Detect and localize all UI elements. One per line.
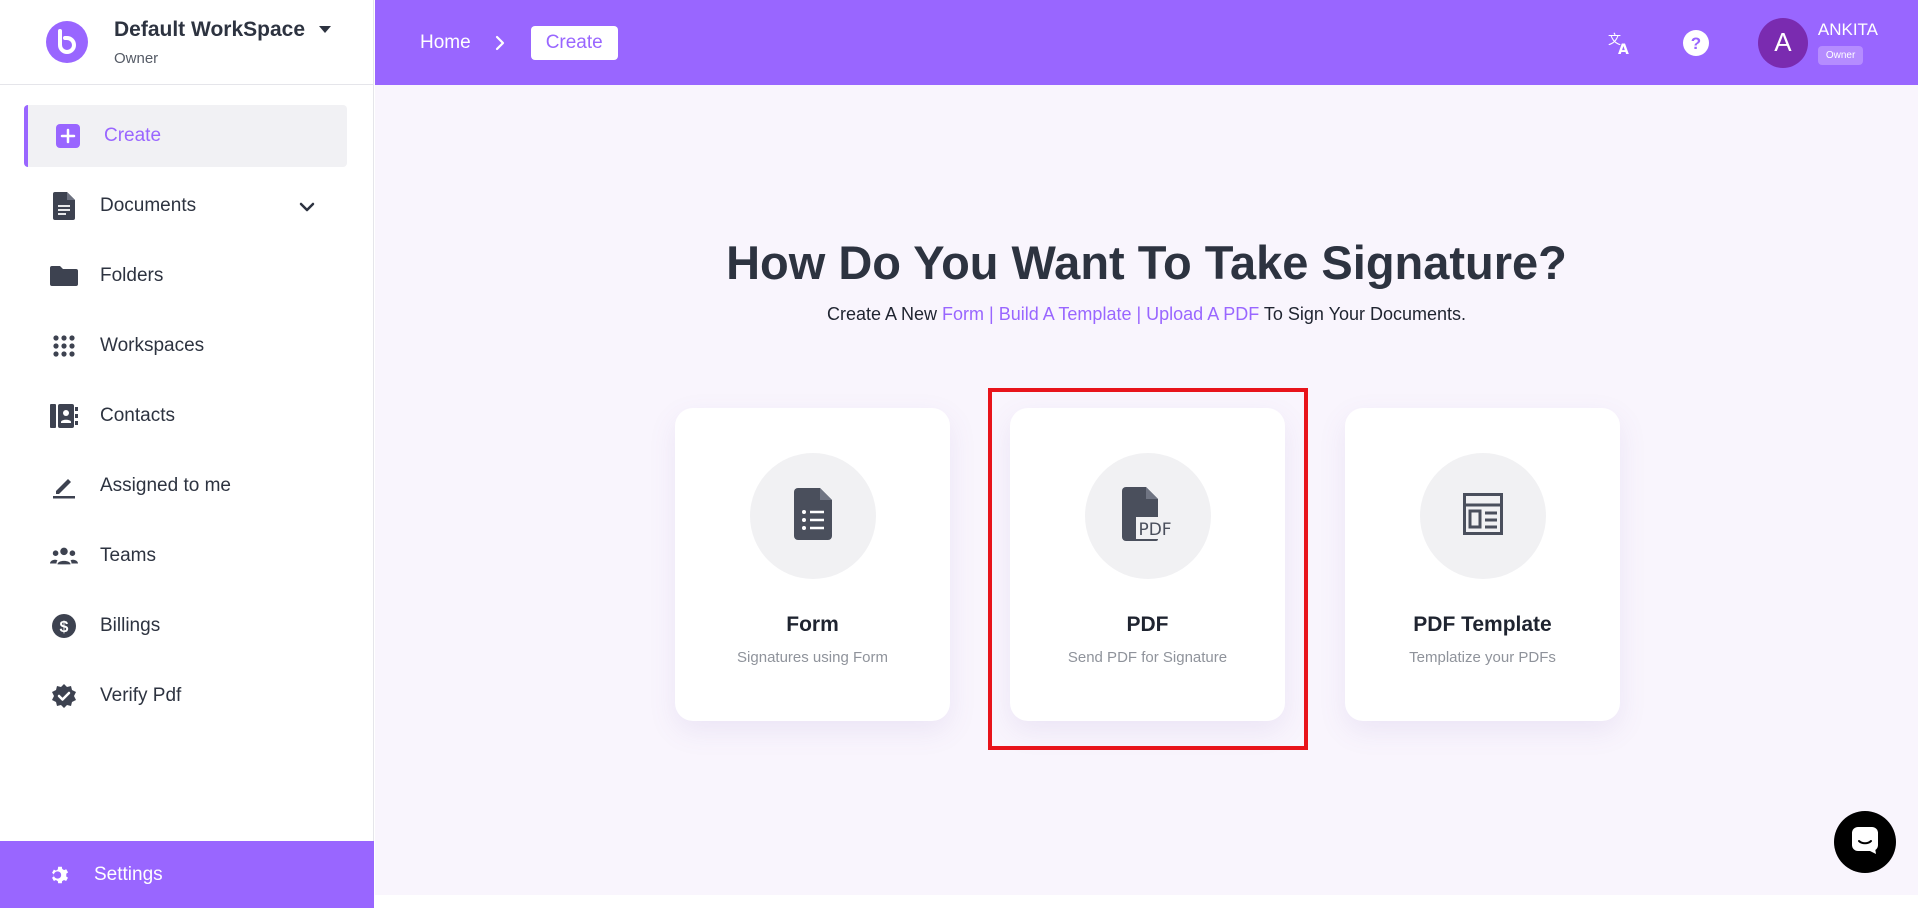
sidebar-item-label: Contacts <box>100 405 175 426</box>
workspace-role: Owner <box>114 49 159 67</box>
sidebar-item-label: Workspaces <box>100 335 205 356</box>
card-title: Form <box>786 613 839 636</box>
workspace-name: Default WorkSpace <box>114 17 305 41</box>
users-icon <box>50 542 78 570</box>
user-menu[interactable]: ANKITA Owner <box>1817 20 1878 65</box>
sidebar-item-assigned-to-me[interactable]: Assigned to me <box>0 455 373 517</box>
sidebar-item-teams[interactable]: Teams <box>0 525 373 587</box>
card-icon-circle <box>749 453 876 579</box>
page-title: How Do You Want To Take Signature? <box>726 236 1567 289</box>
card-subtitle: Templatize your PDFs <box>1409 649 1556 666</box>
pdf-template-card[interactable]: PDF Template Templatize your PDFs <box>1345 408 1620 721</box>
gear-icon <box>46 861 74 889</box>
svg-text:PDF: PDF <box>1138 520 1171 540</box>
badge-check-icon <box>50 682 78 710</box>
card-subtitle: Signatures using Form <box>737 649 888 666</box>
sidebar-item-label: Teams <box>100 545 156 566</box>
chat-icon <box>1850 825 1880 860</box>
top-bar: Home Create 文A ? A ANKITA Owner <box>375 0 1918 85</box>
grid-dots-icon <box>50 332 78 360</box>
card-subtitle: Send PDF for Signature <box>1067 649 1228 666</box>
breadcrumb-home[interactable]: Home <box>420 32 471 54</box>
sidebar-item-workspaces[interactable]: Workspaces <box>0 315 373 377</box>
settings-label: Settings <box>94 863 163 885</box>
address-book-icon <box>50 402 78 430</box>
document-icon <box>50 192 78 220</box>
subtitle-options-link: Form | Build A Template | Upload A PDF <box>942 304 1260 324</box>
app-logo-icon <box>46 21 88 63</box>
sidebar-item-label: Documents <box>100 195 197 216</box>
card-title: PDF Template <box>1413 613 1552 636</box>
folder-icon <box>50 262 78 290</box>
card-icon-circle <box>1419 453 1546 579</box>
subtitle-prefix: Create A New <box>826 304 943 324</box>
translate-icon[interactable]: 文A <box>1604 27 1636 59</box>
sidebar-item-billings[interactable]: $ Billings <box>0 595 373 657</box>
template-layout-icon <box>1462 492 1503 540</box>
sidebar-item-label: Verify Pdf <box>100 685 182 706</box>
svg-text:$: $ <box>60 619 69 636</box>
sidebar-item-label: Assigned to me <box>100 475 231 496</box>
sidebar-item-contacts[interactable]: Contacts <box>0 385 373 447</box>
help-icon[interactable]: ? <box>1680 27 1712 59</box>
page-subtitle: Create A New Form | Build A Template | U… <box>375 304 1918 325</box>
avatar[interactable]: A <box>1757 17 1808 68</box>
caret-down-icon[interactable] <box>319 26 331 33</box>
plus-square-icon <box>54 122 82 150</box>
sidebar-item-documents[interactable]: Documents <box>0 175 373 237</box>
card-icon-circle: PDF <box>1084 453 1211 579</box>
form-document-icon <box>793 487 832 545</box>
workspace-switcher[interactable]: Default WorkSpace Owner <box>0 0 373 85</box>
pen-icon <box>50 472 78 500</box>
user-name: ANKITA <box>1817 20 1878 39</box>
user-role-badge: Owner <box>1817 46 1864 65</box>
card-title: PDF <box>1126 613 1169 636</box>
svg-text:A: A <box>1618 42 1629 56</box>
sidebar-item-label: Create <box>104 125 162 146</box>
settings-button[interactable]: Settings <box>0 841 374 908</box>
sidebar-item-create[interactable]: Create <box>24 105 347 167</box>
breadcrumb-current[interactable]: Create <box>530 25 618 60</box>
pdf-file-icon: PDF <box>1121 486 1174 546</box>
dollar-icon: $ <box>50 612 78 640</box>
form-card[interactable]: Form Signatures using Form <box>675 408 950 721</box>
main-content: How Do You Want To Take Signature? Creat… <box>375 85 1918 895</box>
sidebar-item-label: Billings <box>100 615 161 636</box>
chevron-right-icon <box>495 35 505 51</box>
pdf-card[interactable]: PDF PDF Send PDF for Signature <box>1010 408 1285 721</box>
sidebar: Default WorkSpace Owner Create Documents… <box>0 0 374 908</box>
subtitle-suffix: To Sign Your Documents. <box>1259 304 1467 324</box>
svg-text:?: ? <box>1691 34 1701 53</box>
sidebar-item-label: Folders <box>100 265 164 286</box>
chat-launcher-button[interactable] <box>1834 811 1896 873</box>
chevron-down-icon[interactable] <box>299 197 315 219</box>
sidebar-item-verify-pdf[interactable]: Verify Pdf <box>0 665 373 727</box>
sidebar-item-folders[interactable]: Folders <box>0 245 373 307</box>
sidebar-nav: Create Documents Folders Workspaces Cont… <box>0 85 373 727</box>
